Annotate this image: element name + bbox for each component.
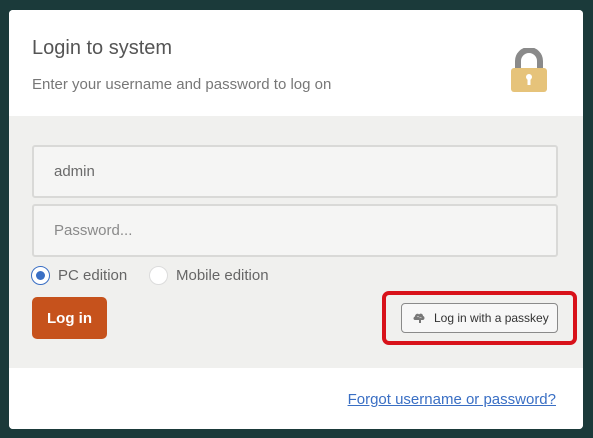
brain-icon: [413, 313, 425, 323]
passkey-login-button[interactable]: Log in with a passkey: [401, 303, 558, 333]
page-subtitle: Enter your username and password to log …: [32, 76, 332, 93]
forgot-credentials-link[interactable]: Forgot username or password?: [348, 391, 556, 408]
radio-checked-icon[interactable]: [31, 265, 50, 285]
passkey-button-label: Log in with a passkey: [434, 311, 549, 325]
mobile-edition-radio[interactable]: Mobile edition: [149, 264, 269, 286]
login-form: PC edition Mobile edition Log in Log in …: [9, 116, 583, 368]
padlock-icon: [511, 48, 547, 92]
login-button[interactable]: Log in: [32, 297, 107, 339]
login-panel: Login to system Enter your username and …: [9, 10, 583, 429]
mobile-edition-label: Mobile edition: [176, 266, 269, 284]
password-field[interactable]: [32, 204, 558, 257]
radio-unchecked-icon[interactable]: [149, 265, 168, 285]
username-field[interactable]: [32, 145, 558, 198]
login-footer: Forgot username or password?: [9, 368, 583, 429]
pc-edition-label: PC edition: [58, 266, 128, 284]
page-title: Login to system: [32, 37, 173, 59]
pc-edition-radio[interactable]: PC edition: [31, 264, 127, 286]
login-header: Login to system Enter your username and …: [9, 10, 583, 116]
